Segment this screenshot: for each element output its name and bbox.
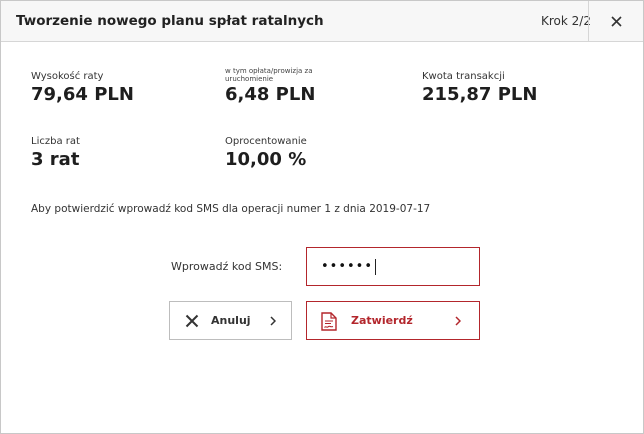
interest-rate-value: 10,00 % (225, 149, 307, 170)
installments-count-value: 3 rat (31, 149, 80, 170)
cancel-button[interactable]: Anuluj (169, 301, 292, 340)
confirm-button-label: Zatwierdź (351, 314, 413, 327)
x-icon (185, 314, 199, 328)
cancel-button-label: Anuluj (211, 314, 251, 327)
document-signature-icon (321, 312, 337, 331)
dialog-header: Tworzenie nowego planu spłat ratalnych K… (1, 1, 643, 42)
fee-value: 6,48 PLN (225, 84, 316, 105)
confirm-instruction: Aby potwierdzić wprowadź kod SMS dla ope… (31, 203, 431, 215)
text-caret (375, 258, 377, 275)
fee: w tym opłata/prowizja za uruchomienie 6,… (225, 67, 325, 106)
installments-count-label: Liczba rat (31, 136, 80, 147)
installment-plan-dialog: Tworzenie nowego planu spłat ratalnych K… (0, 0, 644, 434)
interest-rate-label: Oprocentowanie (225, 136, 307, 147)
installment-amount-label: Wysokość raty (31, 71, 104, 82)
sms-code-input[interactable]: •••••• (306, 247, 480, 286)
close-button[interactable] (589, 1, 643, 42)
interest-rate: Oprocentowanie 10,00 % (225, 136, 307, 171)
installment-amount-value: 79,64 PLN (31, 84, 134, 105)
step-indicator: Krok 2/2 (541, 14, 591, 28)
confirm-button[interactable]: Zatwierdź (306, 301, 480, 340)
chevron-right-icon (270, 316, 276, 326)
sms-code-label: Wprowadź kod SMS: (171, 260, 283, 273)
close-icon (610, 16, 622, 27)
transaction-amount-value: 215,87 PLN (422, 84, 538, 105)
dialog-title: Tworzenie nowego planu spłat ratalnych (16, 13, 324, 29)
fee-label: w tym opłata/prowizja za uruchomienie (225, 67, 313, 83)
transaction-amount: Kwota transakcji 215,87 PLN (422, 71, 537, 106)
sms-code-masked-value: •••••• (321, 259, 374, 274)
transaction-amount-label: Kwota transakcji (422, 71, 505, 82)
chevron-right-icon (455, 316, 461, 326)
installment-amount: Wysokość raty 79,64 PLN (31, 71, 134, 106)
installments-count: Liczba rat 3 rat (31, 136, 80, 171)
